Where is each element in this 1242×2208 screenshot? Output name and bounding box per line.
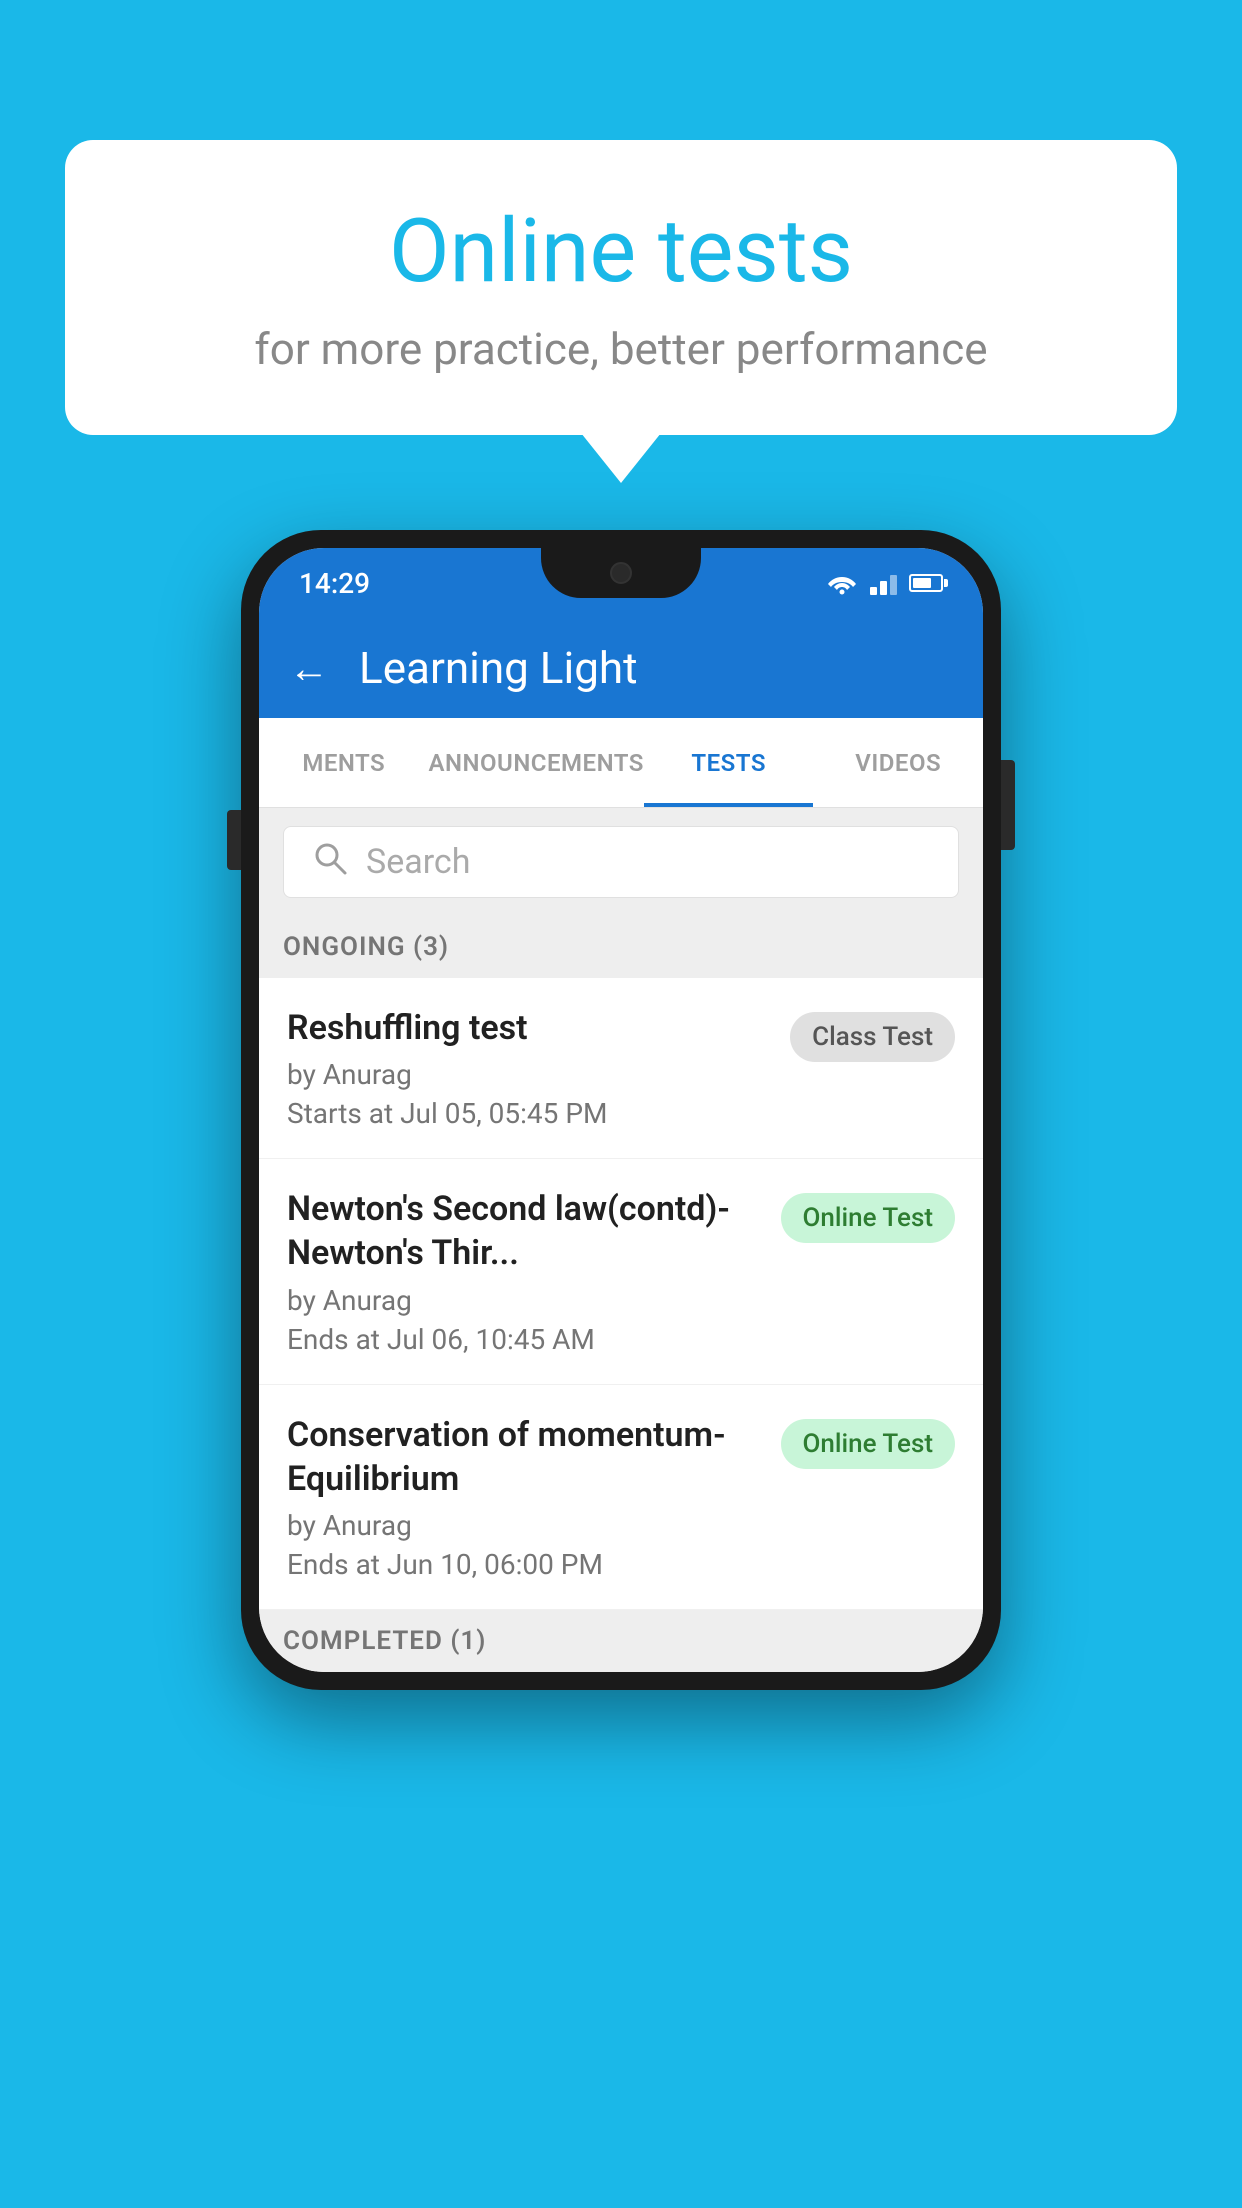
tab-videos[interactable]: VIDEOS	[813, 718, 983, 807]
test-badge-3: Online Test	[781, 1419, 956, 1469]
test-badge-2: Online Test	[781, 1193, 956, 1243]
test-by-1: by Anurag	[287, 1058, 770, 1091]
section-header-completed: COMPLETED (1)	[259, 1610, 983, 1672]
tabs-bar: MENTS ANNOUNCEMENTS TESTS VIDEOS	[259, 718, 983, 808]
test-item-2[interactable]: Newton's Second law(contd)-Newton's Thir…	[259, 1159, 983, 1384]
search-icon	[312, 840, 348, 885]
test-by-3: by Anurag	[287, 1509, 761, 1542]
wifi-icon	[826, 571, 858, 595]
signal-bars-icon	[870, 571, 897, 595]
phone-wrapper: 14:29	[241, 530, 1001, 1690]
test-info-3: Conservation of momentum-Equilibrium by …	[287, 1413, 761, 1581]
section-label-ongoing: ONGOING (3)	[283, 932, 449, 962]
test-name-1: Reshuffling test	[287, 1006, 770, 1050]
status-bar: 14:29	[259, 548, 983, 618]
test-name-3: Conservation of momentum-Equilibrium	[287, 1413, 761, 1501]
test-info-2: Newton's Second law(contd)-Newton's Thir…	[287, 1187, 761, 1355]
phone-frame: 14:29	[241, 530, 1001, 1690]
test-by-2: by Anurag	[287, 1284, 761, 1317]
phone-screen: 14:29	[259, 548, 983, 1672]
speech-bubble: Online tests for more practice, better p…	[65, 140, 1177, 435]
search-bar[interactable]: Search	[283, 826, 959, 898]
test-time-1: Starts at Jul 05, 05:45 PM	[287, 1097, 770, 1130]
test-time-2: Ends at Jul 06, 10:45 AM	[287, 1323, 761, 1356]
status-time: 14:29	[299, 567, 370, 600]
app-bar: ← Learning Light	[259, 618, 983, 718]
test-info-1: Reshuffling test by Anurag Starts at Jul…	[287, 1006, 770, 1130]
bubble-title: Online tests	[145, 200, 1097, 303]
back-button[interactable]: ←	[289, 645, 329, 692]
notch	[541, 548, 701, 598]
bubble-subtitle: for more practice, better performance	[145, 323, 1097, 375]
tab-ments[interactable]: MENTS	[259, 718, 429, 807]
tests-list: Reshuffling test by Anurag Starts at Jul…	[259, 978, 983, 1610]
test-time-3: Ends at Jun 10, 06:00 PM	[287, 1548, 761, 1581]
battery-icon	[909, 574, 943, 592]
test-item-3[interactable]: Conservation of momentum-Equilibrium by …	[259, 1385, 983, 1610]
app-title: Learning Light	[359, 642, 638, 694]
test-badge-1: Class Test	[790, 1012, 955, 1062]
test-name-2: Newton's Second law(contd)-Newton's Thir…	[287, 1187, 761, 1275]
speech-bubble-wrapper: Online tests for more practice, better p…	[65, 140, 1177, 435]
tab-tests[interactable]: TESTS	[644, 718, 814, 807]
status-icons	[826, 571, 943, 595]
section-header-ongoing: ONGOING (3)	[259, 916, 983, 978]
section-label-completed: COMPLETED (1)	[283, 1626, 486, 1656]
search-placeholder: Search	[366, 842, 470, 882]
camera-dot	[610, 562, 632, 584]
search-container: Search	[259, 808, 983, 916]
test-item-1[interactable]: Reshuffling test by Anurag Starts at Jul…	[259, 978, 983, 1159]
tab-announcements[interactable]: ANNOUNCEMENTS	[429, 718, 644, 807]
